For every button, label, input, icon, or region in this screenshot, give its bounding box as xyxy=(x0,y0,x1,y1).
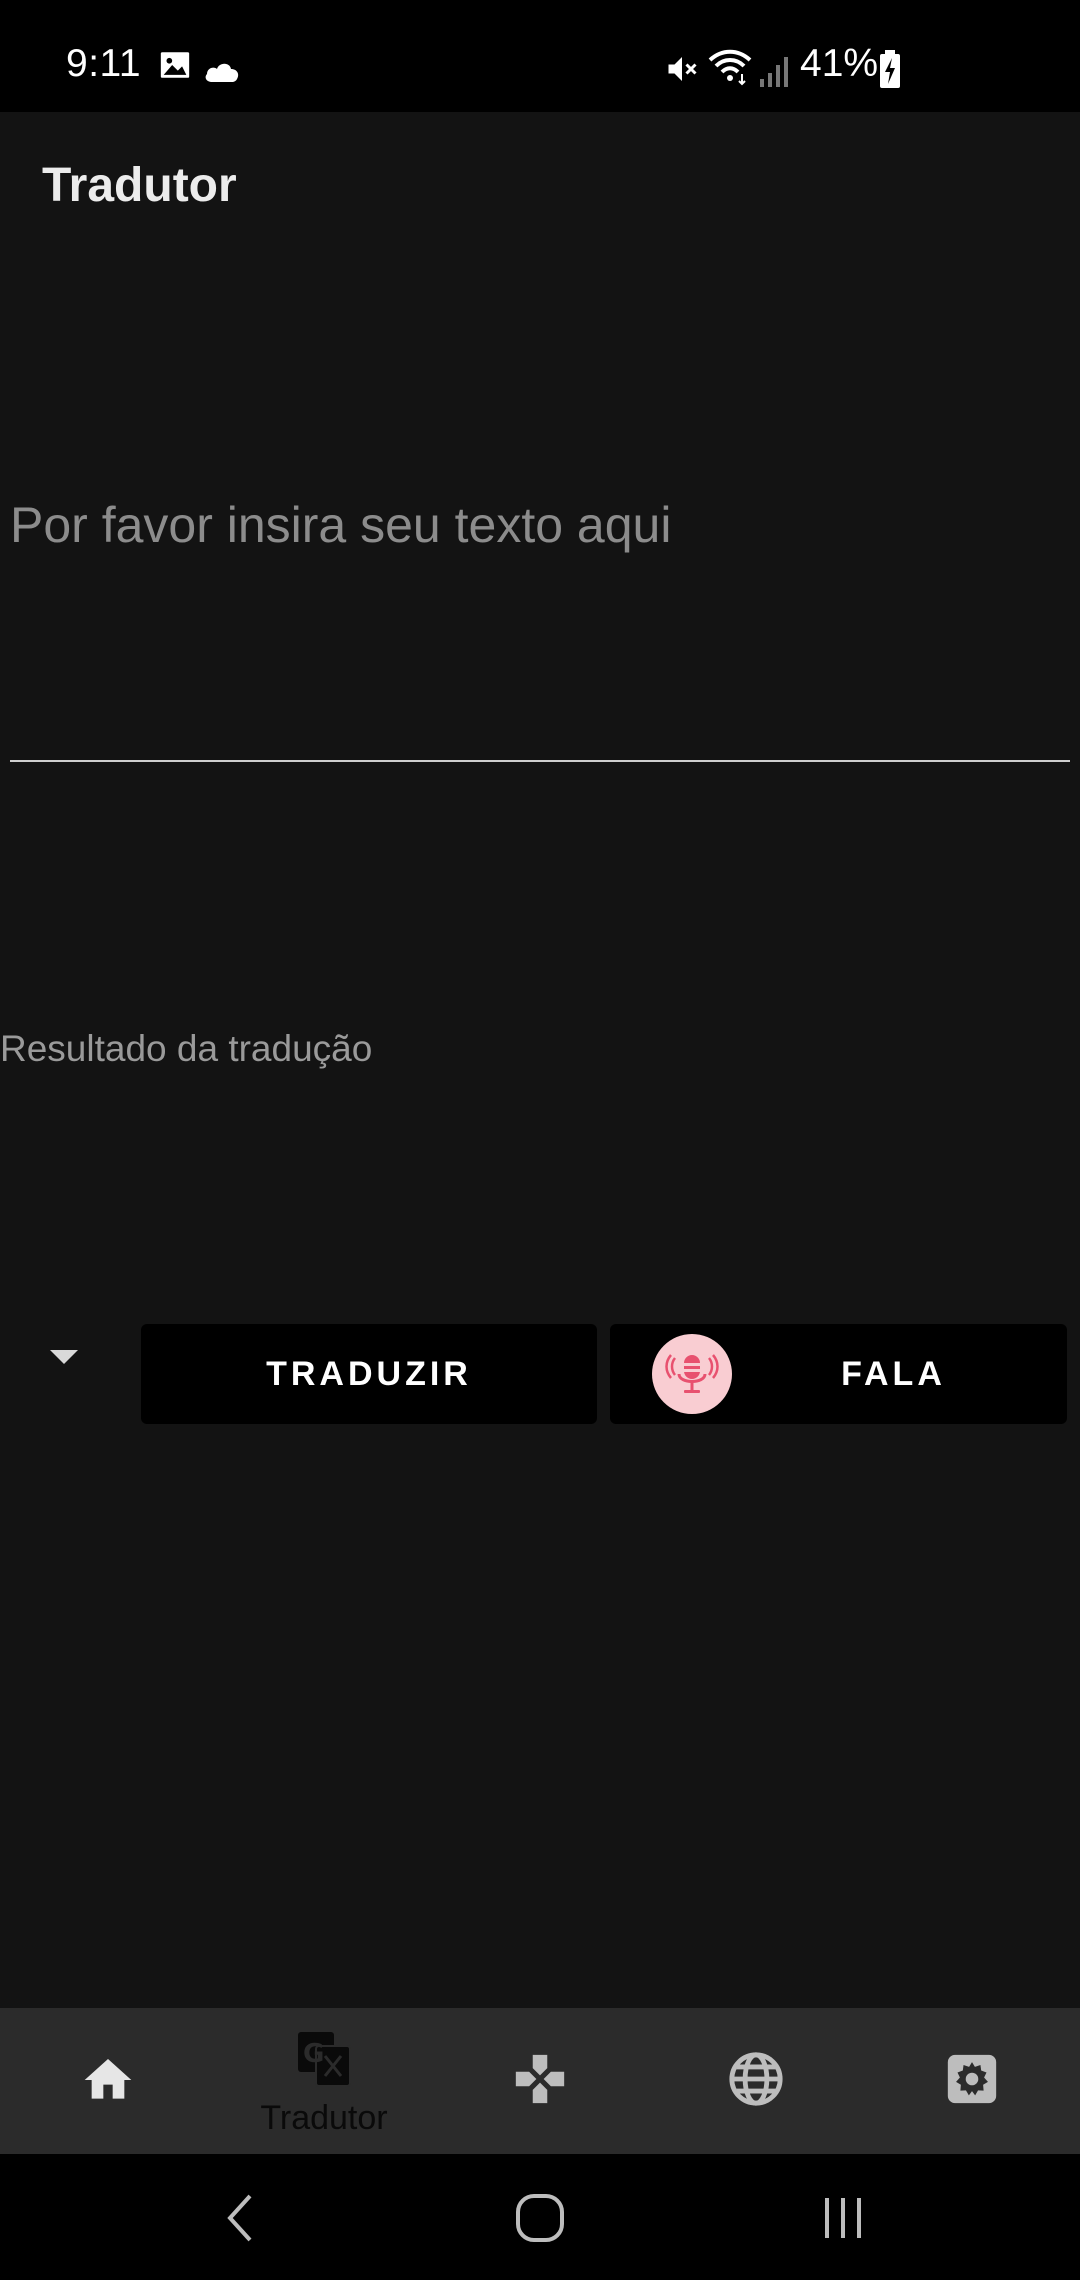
status-bar: 9:11 41% xyxy=(0,0,1080,112)
wifi-icon xyxy=(708,49,752,86)
nav-item-languages[interactable] xyxy=(648,2008,864,2154)
gamepad-icon xyxy=(515,2054,565,2104)
translate-button-label: TRADUZIR xyxy=(266,1354,472,1393)
bottom-navigation: G Tradutor xyxy=(0,2008,1080,2154)
system-recents-button[interactable] xyxy=(793,2178,893,2258)
status-time: 9:11 xyxy=(66,42,142,85)
home-icon xyxy=(84,2059,132,2099)
page-title: Tradutor xyxy=(42,159,237,212)
speak-button-label: FALA xyxy=(841,1354,946,1393)
translation-result: Resultado da tradução xyxy=(0,1028,373,1069)
globe-icon xyxy=(729,2052,783,2106)
system-navigation-bar xyxy=(0,2154,1080,2280)
home-circle-icon xyxy=(516,2194,564,2242)
recents-icon xyxy=(825,2198,861,2238)
nav-item-games[interactable] xyxy=(432,2008,648,2154)
system-back-button[interactable] xyxy=(190,2178,290,2258)
system-home-button[interactable] xyxy=(490,2178,590,2258)
signal-icon xyxy=(760,57,788,87)
nav-item-translator[interactable]: G Tradutor xyxy=(216,2008,432,2154)
svg-text:G: G xyxy=(303,2039,324,2069)
nav-item-home[interactable] xyxy=(0,2008,216,2154)
text-input[interactable] xyxy=(10,470,1070,580)
translator-screen: 9:11 41% Tradutor Por favor insira seu t… xyxy=(0,0,1080,2280)
input-underline xyxy=(10,760,1070,762)
caret-down-icon[interactable] xyxy=(40,1332,88,1380)
translate-button[interactable]: TRADUZIR xyxy=(141,1324,597,1424)
image-icon xyxy=(160,52,190,78)
vibrate-off-icon xyxy=(668,57,697,81)
back-icon xyxy=(227,2194,252,2242)
cloud-icon xyxy=(205,63,239,82)
speak-button[interactable]: FALA xyxy=(610,1324,1067,1424)
nav-item-settings[interactable] xyxy=(864,2008,1080,2154)
settings-icon xyxy=(947,2054,997,2104)
nav-label-translator: Tradutor xyxy=(260,2099,388,2137)
microphone-icon xyxy=(665,1354,719,1393)
battery-charging-icon xyxy=(880,50,900,88)
translate-icon: G xyxy=(298,2032,351,2087)
battery-percent: 41% xyxy=(800,42,879,85)
